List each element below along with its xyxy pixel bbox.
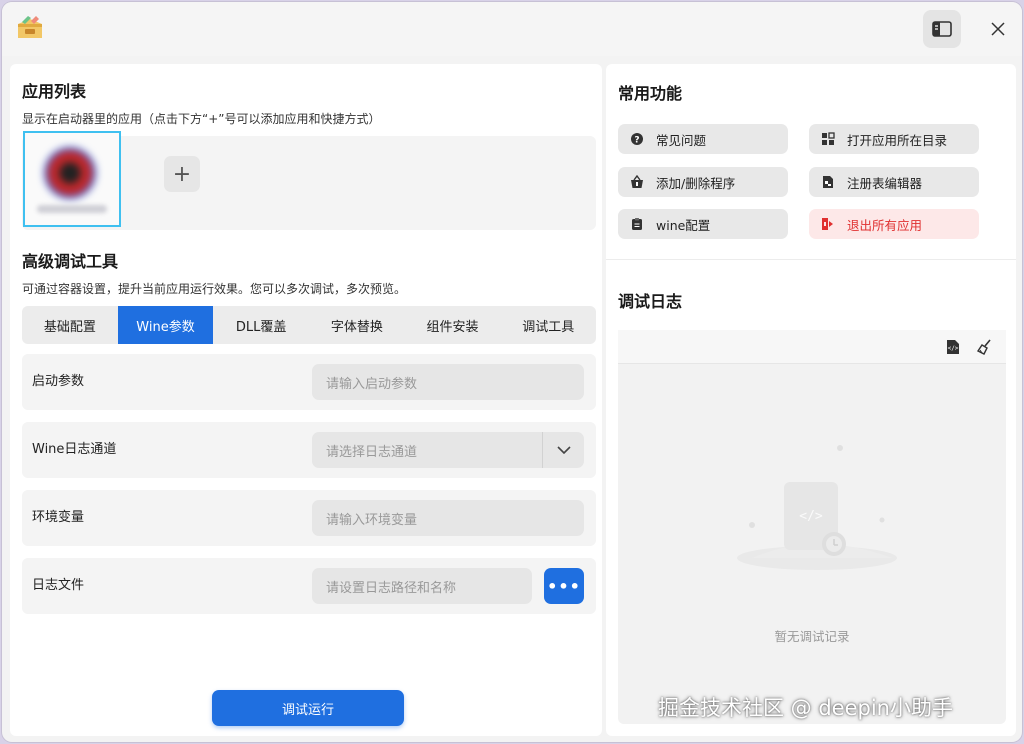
registry-editor-button[interactable]: 注册表编辑器 [809,167,979,197]
exit-icon [822,218,833,230]
open-app-dir-button[interactable]: 打开应用所在目录 [809,124,979,154]
wine-log-channel-row: Wine日志通道 请选择日志通道 [22,422,596,478]
question-icon: ? [631,133,643,146]
basket-icon [631,175,643,188]
faq-label: 常见问题 [656,132,707,148]
tab-wine-params[interactable]: Wine参数 [117,306,214,344]
log-file-input[interactable]: 请设置日志路径和名称 [312,568,532,604]
right-panel: 常用功能 ? 常见问题 打开应用所在目录 添加/删除程序 注册表编辑器 wine… [606,64,1016,736]
browse-log-file-button[interactable]: ••• [544,568,584,604]
wine-log-channel-placeholder: 请选择日志通道 [326,444,418,460]
svg-text:?: ? [634,136,639,146]
launch-params-label: 启动参数 [32,374,85,389]
exit-all-apps-button[interactable]: 退出所有应用 [809,209,979,239]
launch-params-row: 启动参数 请输入启动参数 [22,354,596,410]
wine-config-label: wine配置 [656,217,711,233]
tab-font-replace[interactable]: 字体替换 [309,306,405,344]
watermark-text: 掘金技术社区 @ deepin小助手 [658,696,953,720]
empty-log-text: 暂无调试记录 [774,629,850,644]
wine-log-channel-select[interactable]: 请选择日志通道 [312,432,584,468]
env-vars-input[interactable]: 请输入环境变量 [312,500,584,536]
left-panel: 应用列表 显示在启动器里的应用（点击下方“+”号可以添加应用和快捷方式） + 高… [10,64,602,736]
package-box-icon [18,16,42,38]
advanced-tools-subtitle: 可通过容器设置，提升当前应用运行效果。您可以多次调试，多次预览。 [22,282,407,296]
log-toolbar: </> [618,330,1006,364]
debug-log-area[interactable]: </> </> 暂无调试记录 [618,330,1006,724]
common-functions-title: 常用功能 [618,84,683,103]
env-vars-row: 环境变量 请输入环境变量 [22,490,596,546]
close-icon [991,22,1005,36]
panel-divider [606,259,1016,260]
registry-editor-label: 注册表编辑器 [847,175,923,191]
open-app-dir-label: 打开应用所在目录 [847,132,948,148]
debug-run-button[interactable]: 调试运行 [212,690,404,726]
folder-grid-icon [822,132,835,145]
export-log-icon[interactable]: </> [944,338,962,356]
add-remove-programs-button[interactable]: 添加/删除程序 [618,167,788,197]
launch-params-input[interactable]: 请输入启动参数 [312,364,584,400]
debug-log-title: 调试日志 [618,292,683,311]
svg-text:</>: </> [948,345,959,352]
sidebar-icon [932,21,952,37]
app-label-blurred [37,205,107,213]
svg-text:</>: </> [799,509,823,524]
app-tile[interactable] [23,131,121,227]
tab-component-install[interactable]: 组件安装 [405,306,501,344]
app-list-area: + [22,131,596,230]
wine-config-button[interactable]: wine配置 [618,209,788,239]
add-remove-programs-label: 添加/删除程序 [656,175,736,191]
titlebar [2,2,1022,56]
registry-file-icon [823,176,833,188]
chevron-down-icon [556,446,571,454]
faq-button[interactable]: ? 常见问题 [618,124,788,154]
close-button[interactable] [982,10,1014,48]
app-list-subtitle: 显示在启动器里的应用（点击下方“+”号可以添加应用和快捷方式） [22,112,381,126]
sidebar-toggle-button[interactable] [923,10,961,48]
add-app-button[interactable]: + [164,156,200,192]
tab-dll-override[interactable]: DLL覆盖 [213,306,309,344]
tab-debug-tools[interactable]: 调试工具 [500,306,596,344]
tab-bar: 基础配置 Wine参数 DLL覆盖 字体替换 组件安装 调试工具 [22,306,596,344]
wine-log-channel-label: Wine日志通道 [32,442,117,457]
log-file-label: 日志文件 [32,578,85,593]
app-icon-blurred [44,147,96,199]
clipboard-icon [632,218,642,230]
app-list-title: 应用列表 [22,82,87,101]
clear-log-broom-icon[interactable] [976,338,994,356]
app-window: 应用列表 显示在启动器里的应用（点击下方“+”号可以添加应用和快捷方式） + 高… [2,2,1022,742]
log-file-row: 日志文件 请设置日志路径和名称 ••• [22,558,596,614]
env-vars-label: 环境变量 [32,510,85,525]
combo-dropdown-button[interactable] [542,432,584,468]
exit-all-apps-label: 退出所有应用 [847,217,923,233]
advanced-tools-title: 高级调试工具 [22,252,119,271]
tab-basic-config[interactable]: 基础配置 [22,306,118,344]
empty-log-illustration-icon: </> [737,445,897,570]
